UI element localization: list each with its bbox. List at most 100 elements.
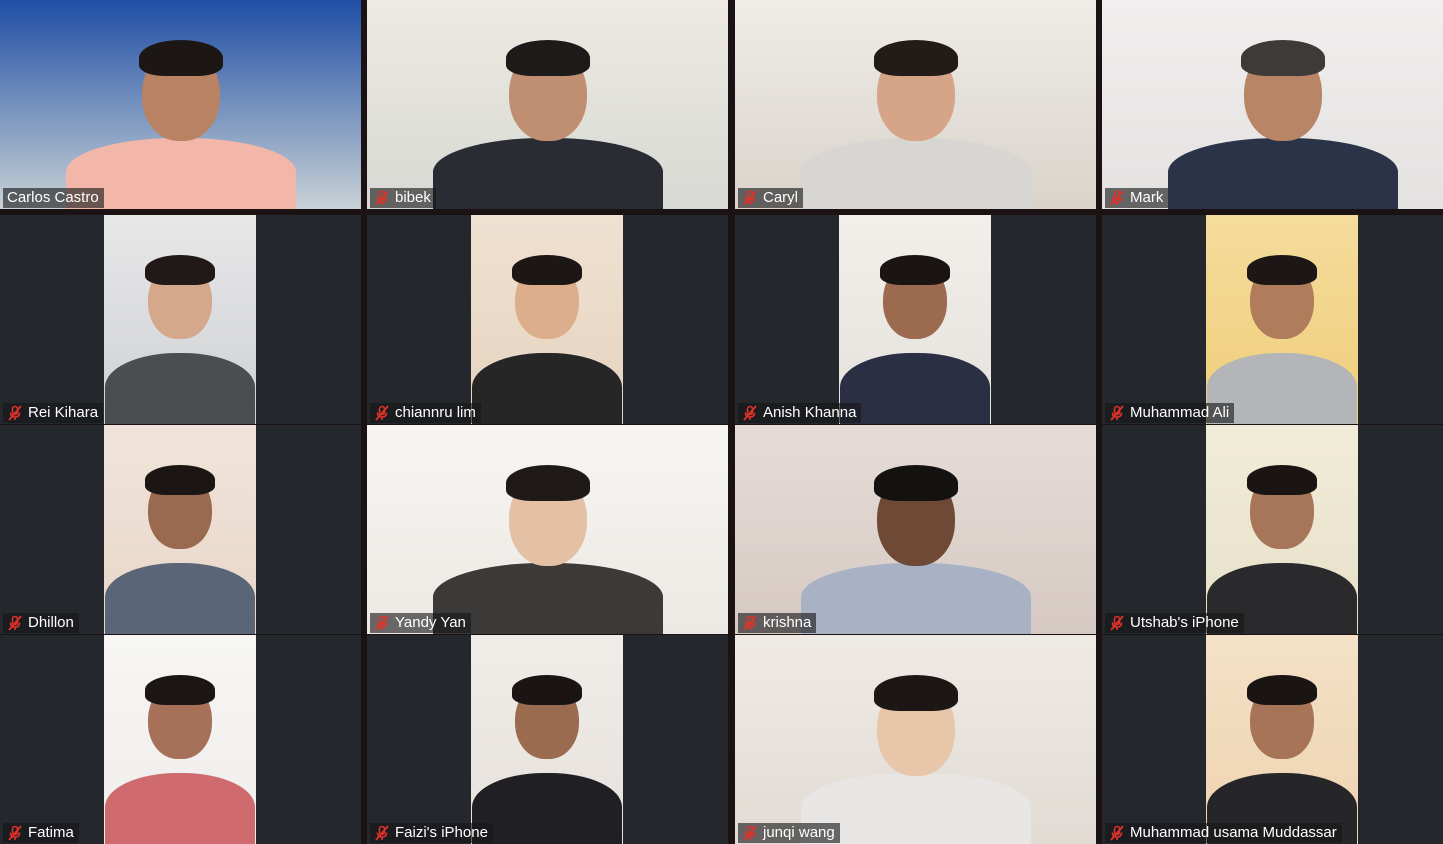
microphone-muted-icon — [374, 825, 390, 841]
participant-name: Utshab's iPhone — [1130, 614, 1239, 631]
participant-video — [104, 215, 256, 424]
participant-name-tag: Mark — [1105, 188, 1169, 208]
participant-hair — [1240, 39, 1325, 77]
participant-tile-3[interactable]: Caryl — [735, 0, 1096, 209]
participant-tile-9[interactable]: Dhillon — [0, 425, 361, 634]
participant-name: Yandy Yan — [395, 614, 466, 631]
participant-name: Rei Kihara — [28, 404, 99, 421]
participant-name-tag: Rei Kihara — [3, 403, 104, 423]
participant-hair — [873, 674, 958, 712]
participant-video — [104, 425, 256, 634]
participant-tile-15[interactable]: junqi wang — [735, 635, 1096, 844]
participant-hair — [512, 254, 582, 285]
participant-body — [1167, 137, 1398, 209]
participant-video — [367, 425, 728, 634]
microphone-muted-icon — [742, 405, 758, 421]
participant-name: krishna — [763, 614, 812, 631]
participant-name-tag: bibek — [370, 188, 436, 208]
participant-tile-10[interactable]: Yandy Yan — [367, 425, 728, 634]
participant-tile-16[interactable]: Muhammad usama Muddassar — [1102, 635, 1443, 844]
participant-name-tag: junqi wang — [738, 823, 840, 843]
participant-name: Carlos Castro — [7, 189, 99, 206]
participant-video — [104, 635, 256, 844]
participant-name-tag: Muhammad usama Muddassar — [1105, 823, 1342, 843]
participant-name: Dhillon — [28, 614, 74, 631]
participant-name: junqi wang — [763, 824, 835, 841]
participant-hair — [145, 674, 215, 705]
participant-name-tag: Carlos Castro — [3, 188, 104, 208]
participant-name-tag: Anish Khanna — [738, 403, 862, 423]
microphone-muted-icon — [1109, 405, 1125, 421]
participant-hair — [145, 464, 215, 495]
participant-tile-6[interactable]: chiannru lim — [367, 215, 728, 424]
participant-body — [472, 772, 622, 844]
participant-video — [471, 215, 623, 424]
participant-tile-11[interactable]: krishna — [735, 425, 1096, 634]
participant-name: Mark — [1130, 189, 1164, 206]
participant-hair — [505, 464, 590, 502]
participant-name-tag: chiannru lim — [370, 403, 481, 423]
microphone-muted-icon — [7, 825, 23, 841]
microphone-muted-icon — [374, 190, 390, 206]
participant-video — [735, 0, 1096, 209]
microphone-muted-icon — [742, 825, 758, 841]
participant-tile-5[interactable]: Rei Kihara — [0, 215, 361, 424]
participant-name-tag: Faizi's iPhone — [370, 823, 493, 843]
participant-video — [1206, 425, 1358, 634]
microphone-muted-icon — [374, 405, 390, 421]
participant-hair — [138, 39, 223, 77]
participant-body — [432, 137, 663, 209]
participant-hair — [880, 254, 950, 285]
microphone-muted-icon — [1109, 190, 1125, 206]
participant-name-tag: krishna — [738, 613, 817, 633]
participant-video — [1206, 635, 1358, 844]
participant-tile-14[interactable]: Faizi's iPhone — [367, 635, 728, 844]
participant-name: Faizi's iPhone — [395, 824, 488, 841]
participant-name: bibek — [395, 189, 431, 206]
microphone-muted-icon — [742, 615, 758, 631]
participant-video — [471, 635, 623, 844]
participant-video — [839, 215, 991, 424]
participant-name-tag: Yandy Yan — [370, 613, 471, 633]
participant-tile-4[interactable]: Mark — [1102, 0, 1443, 209]
participant-body — [105, 772, 255, 844]
participant-video — [735, 635, 1096, 844]
participant-tile-7[interactable]: Anish Khanna — [735, 215, 1096, 424]
participant-tile-13[interactable]: Fatima — [0, 635, 361, 844]
participant-hair — [1247, 464, 1317, 495]
participant-name-tag: Muhammad Ali — [1105, 403, 1235, 423]
participant-name-tag: Caryl — [738, 188, 804, 208]
microphone-muted-icon — [7, 405, 23, 421]
participant-name: chiannru lim — [395, 404, 476, 421]
participant-tile-12[interactable]: Utshab's iPhone — [1102, 425, 1443, 634]
participant-hair — [873, 39, 958, 77]
participant-video — [1206, 215, 1358, 424]
microphone-muted-icon — [742, 190, 758, 206]
participant-video — [0, 0, 361, 209]
participant-body — [105, 352, 255, 424]
participant-hair — [1247, 254, 1317, 285]
participant-hair — [145, 254, 215, 285]
microphone-muted-icon — [1109, 615, 1125, 631]
participant-body — [800, 137, 1031, 209]
participant-name-tag: Dhillon — [3, 613, 79, 633]
microphone-muted-icon — [1109, 825, 1125, 841]
participant-video — [367, 0, 728, 209]
participant-name: Caryl — [763, 189, 799, 206]
participant-body — [800, 562, 1031, 634]
participant-video — [735, 425, 1096, 634]
participant-tile-2[interactable]: bibek — [367, 0, 728, 209]
participant-body — [105, 562, 255, 634]
participant-video — [1102, 0, 1443, 209]
participant-hair — [512, 674, 582, 705]
participant-name: Muhammad Ali — [1130, 404, 1230, 421]
participant-tile-1[interactable]: Carlos Castro — [0, 0, 361, 209]
participant-name-tag: Fatima — [3, 823, 79, 843]
participant-name: Anish Khanna — [763, 404, 857, 421]
participant-body — [472, 352, 622, 424]
participant-name: Fatima — [28, 824, 74, 841]
participant-tile-8[interactable]: Muhammad Ali — [1102, 215, 1443, 424]
participant-name: Muhammad usama Muddassar — [1130, 824, 1337, 841]
participant-name-tag: Utshab's iPhone — [1105, 613, 1244, 633]
participant-hair — [505, 39, 590, 77]
